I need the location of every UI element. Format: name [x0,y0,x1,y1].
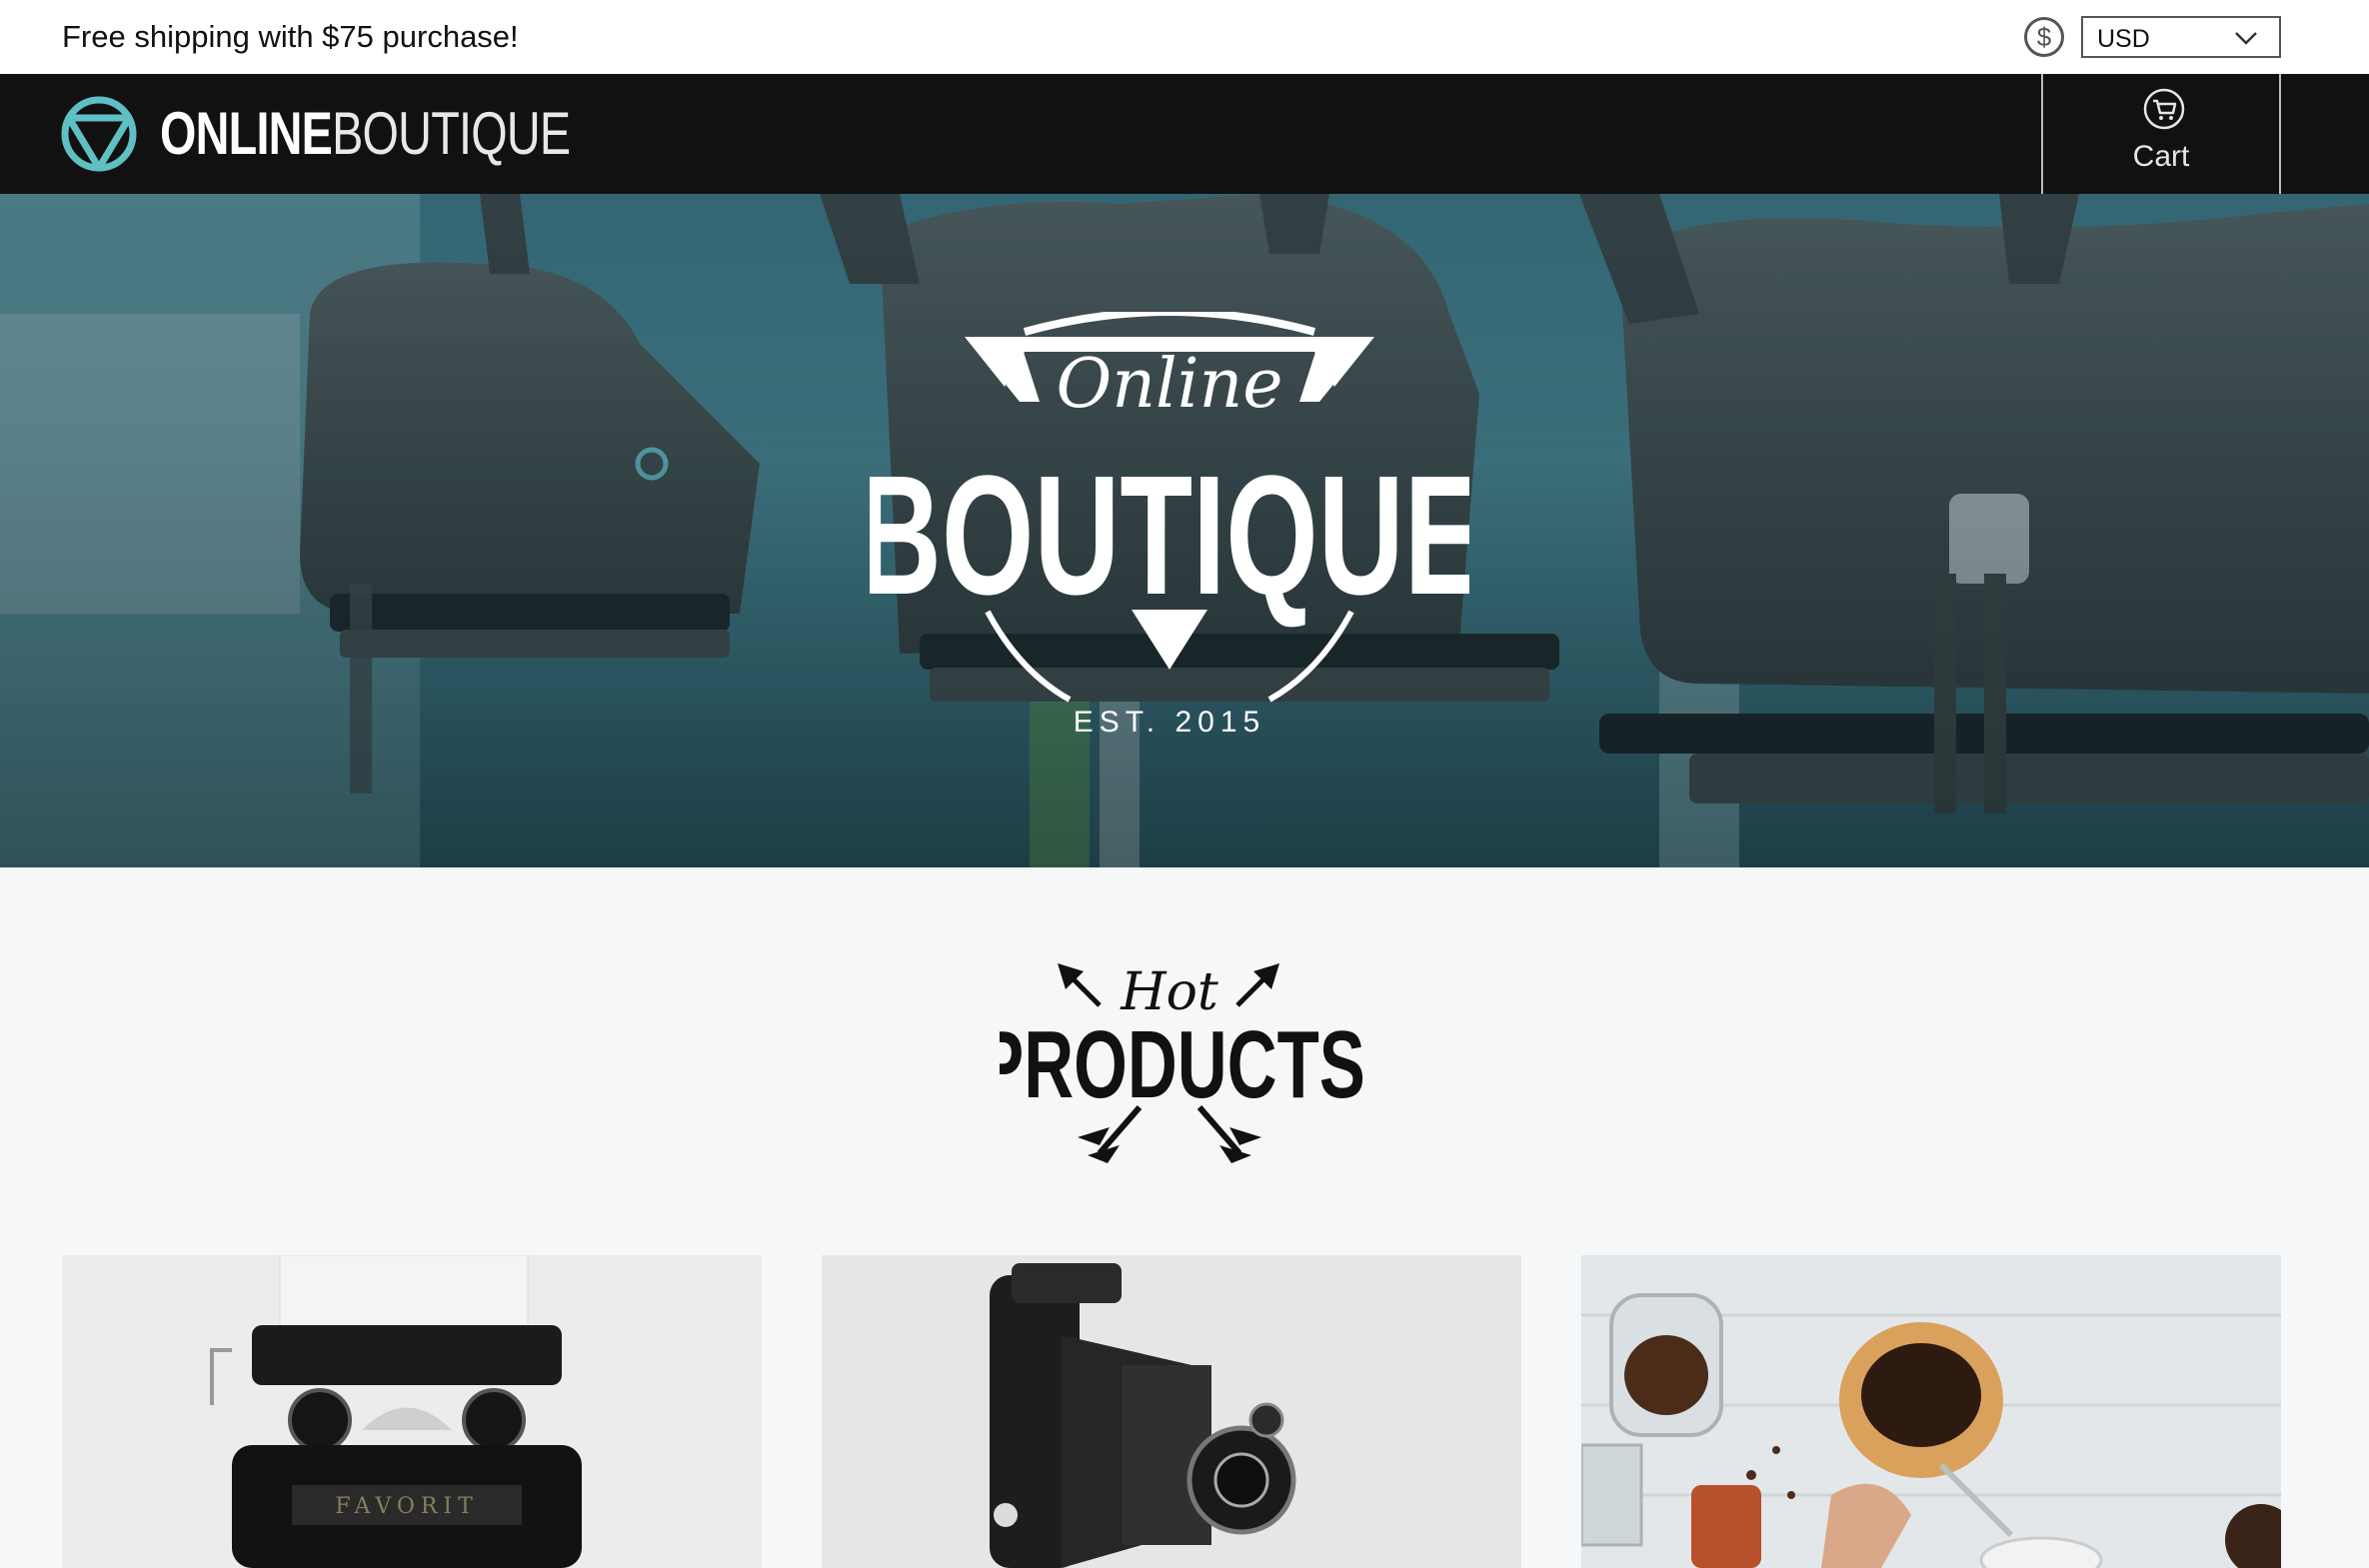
currency-value: USD [2097,25,2150,53]
hero-banner: Online BOUTIQUE EST. 2015 [0,194,2369,867]
product-card-camera[interactable] [822,1255,1521,1568]
cart-icon [2143,88,2185,130]
product-card-typewriter[interactable]: FAVORIT [62,1255,762,1568]
logo-bold-text: ONLINE [160,100,333,167]
site-header: ONLINEBOUTIQUE Cart [0,74,2369,194]
badge-title-text: BOUTIQUE [870,441,1469,631]
logo-thin-text: BOUTIQUE [332,100,571,167]
free-shipping-text: Free shipping with $75 purchase! [62,19,519,54]
product-card-coffee[interactable] [1581,1255,2281,1568]
cart-button[interactable]: Cart [2041,74,2281,194]
typewriter-photo: FAVORIT [62,1255,762,1568]
promo-bar: Free shipping with $75 purchase! $ USD [0,0,2369,74]
hot-products-heading: Hot PRODUCTS [1000,962,1365,1163]
badge-script-text: Online [1056,345,1282,424]
svg-text:$: $ [2037,22,2052,52]
coffee-pour-over-photo [1581,1255,2281,1568]
boutique-logo-icon[interactable] [60,94,138,174]
online-boutique-badge: Online BOUTIQUE EST. 2015 [870,312,1469,739]
dollar-circle-icon: $ [2024,17,2064,57]
logo-wordmark[interactable]: ONLINEBOUTIQUE [160,100,571,167]
cart-label: Cart [2132,140,2190,173]
svg-text:FAVORIT: FAVORIT [335,1494,479,1519]
badge-est-text: EST. 2015 [1074,706,1265,739]
chevron-down-icon [2235,32,2257,45]
currency-select[interactable]: USD [2081,16,2281,58]
vintage-camera-photo [822,1255,1521,1568]
hot-title-text: PRODUCTS [1000,1010,1365,1118]
